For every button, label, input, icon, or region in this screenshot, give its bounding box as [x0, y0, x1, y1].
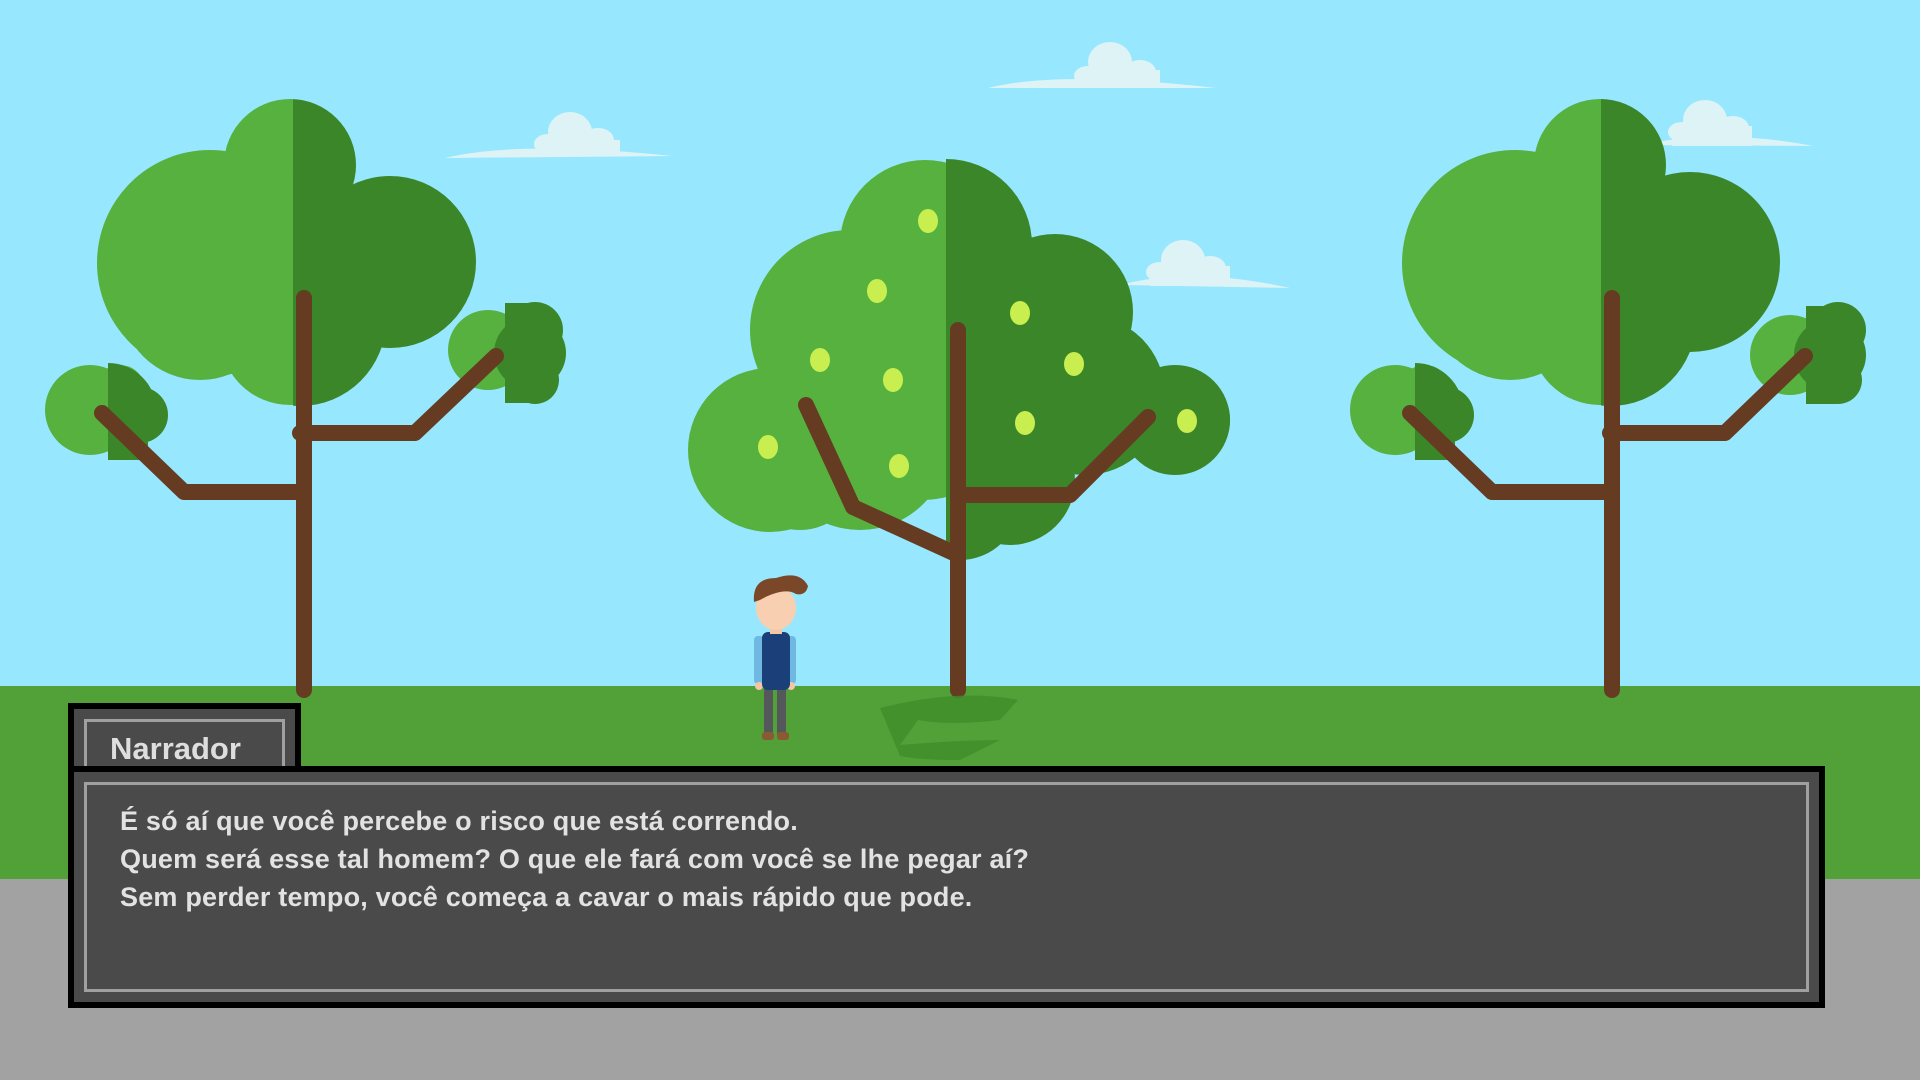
dialogue-line: Quem será esse tal homem? O que ele fará…	[120, 844, 1030, 874]
speaker-name-tab: Narrador	[68, 703, 301, 789]
speaker-name: Narrador	[110, 731, 241, 766]
dialogue-line: É só aí que você percebe o risco que est…	[120, 806, 798, 836]
dialogue-line: Sem perder tempo, você começa a cavar o …	[120, 882, 973, 912]
